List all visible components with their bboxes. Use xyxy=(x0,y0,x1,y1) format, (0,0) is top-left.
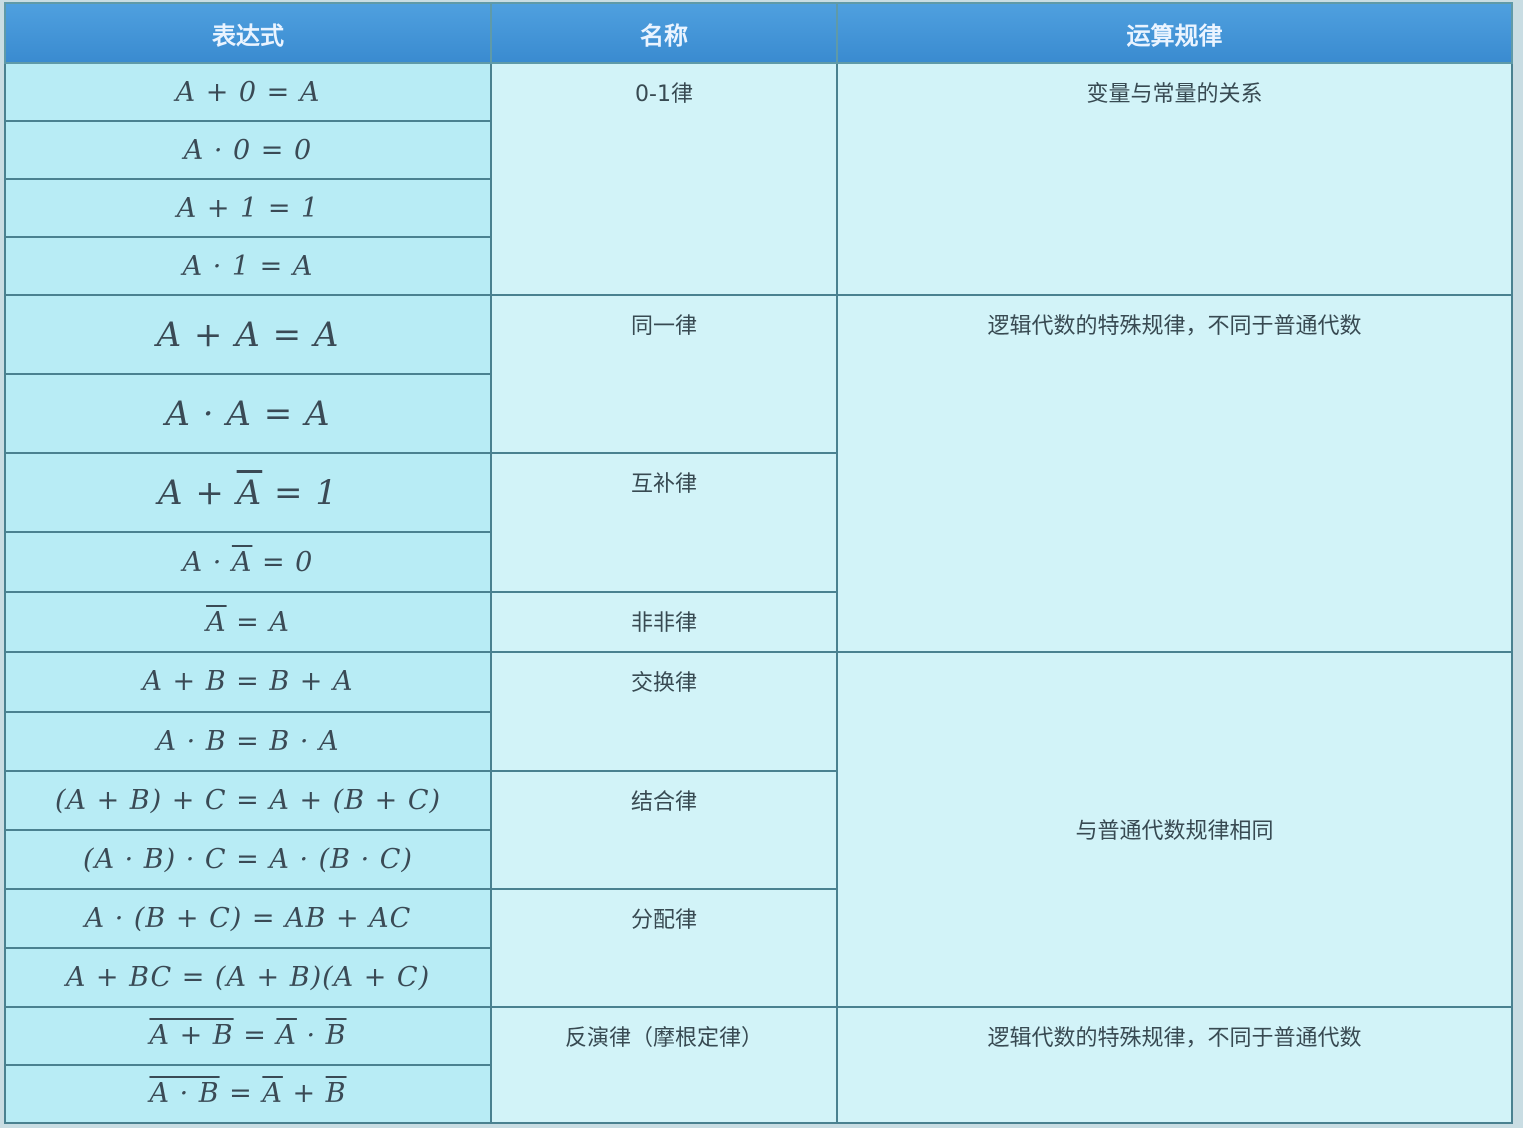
table-row: A + 0 = A 0-1律 变量与常量的关系 xyxy=(4,61,1513,297)
table-row: A + B = A · B 反演律（摩根定律） 逻辑代数的特殊规律，不同于普通代… xyxy=(4,1005,1513,1125)
expression-cell: A · B = A + B xyxy=(4,1063,492,1125)
expression-cell: A + 0 = A xyxy=(4,61,492,123)
header-name: 名称 xyxy=(490,2,838,64)
expression-cell: A · (B + C) = AB + AC xyxy=(4,887,492,949)
expression-text: · xyxy=(296,1020,326,1052)
expression-cell: A · A = 0 xyxy=(4,531,492,594)
expression-text: A + BC = (A + B)(A + C) xyxy=(65,961,431,993)
expression-cell: A + A = A xyxy=(4,294,492,376)
negated-term: A xyxy=(231,546,253,578)
logic-algebra-laws-table: 表达式 名称 运算规律 A + 0 = A 0-1律 变量与常量的关系 A · … xyxy=(4,2,1513,1125)
expression-cell: A + 1 = 1 xyxy=(4,178,492,239)
expression-text: A · A = A xyxy=(165,393,331,434)
expression-cell: A + A = 1 xyxy=(4,452,492,534)
expression-cell: A · 1 = A xyxy=(4,236,492,297)
law-name-cell: 结合律 xyxy=(490,769,838,890)
law-name-cell: 反演律（摩根定律） xyxy=(490,1005,838,1125)
expression-text: + xyxy=(282,1078,326,1110)
negated-term: A + B xyxy=(149,1020,234,1052)
header-expression: 表达式 xyxy=(4,2,492,64)
rule-cell: 与普通代数规律相同 xyxy=(836,651,1513,1008)
law-name-cell: 0-1律 xyxy=(490,61,838,297)
law-name-cell: 互补律 xyxy=(490,452,838,594)
expression-text: = xyxy=(219,1078,263,1110)
expression-text: A + 0 = A xyxy=(175,76,321,108)
rule-cell: 逻辑代数的特殊规律，不同于普通代数 xyxy=(836,294,1513,654)
expression-text: = A xyxy=(226,606,290,638)
expression-text: A · 1 = A xyxy=(182,250,314,282)
law-name-cell: 分配律 xyxy=(490,887,838,1008)
expression-text: = xyxy=(233,1020,277,1052)
negated-term: A xyxy=(276,1020,297,1052)
expression-text: = 0 xyxy=(252,546,314,578)
rule-cell: 逻辑代数的特殊规律，不同于普通代数 xyxy=(836,1005,1513,1125)
expression-cell: (A · B) · C = A · (B · C) xyxy=(4,828,492,890)
law-name-cell: 非非律 xyxy=(490,591,838,654)
negated-term: B xyxy=(325,1078,347,1110)
table-row: A + B = B + A 交换律 与普通代数规律相同 xyxy=(4,651,1513,1008)
expression-text: A + A = A xyxy=(156,314,340,355)
expression-cell: A + B = A · B xyxy=(4,1005,492,1066)
header-rule: 运算规律 xyxy=(836,2,1513,64)
expression-cell: A · 0 = 0 xyxy=(4,120,492,181)
negated-term: A xyxy=(206,606,227,638)
expression-text: = 1 xyxy=(262,472,338,513)
header-row: 表达式 名称 运算规律 xyxy=(4,2,1513,64)
negated-term: A · B xyxy=(149,1078,220,1110)
expression-text: A + 1 = 1 xyxy=(176,192,320,224)
expression-text: A + xyxy=(158,472,237,513)
expression-text: A · 0 = 0 xyxy=(183,134,313,166)
expression-cell: A + BC = (A + B)(A + C) xyxy=(4,946,492,1008)
negated-term: A xyxy=(262,1078,283,1110)
expression-cell: A · A = A xyxy=(4,373,492,455)
table-row: A + A = A 同一律 逻辑代数的特殊规律，不同于普通代数 xyxy=(4,294,1513,654)
expression-text: (A · B) · C = A · (B · C) xyxy=(83,843,413,875)
laws-table-container: 表达式 名称 运算规律 A + 0 = A 0-1律 变量与常量的关系 A · … xyxy=(4,2,1513,1125)
expression-cell: (A + B) + C = A + (B + C) xyxy=(4,769,492,831)
expression-text: A · B = B · A xyxy=(156,725,340,757)
expression-text: A · xyxy=(182,546,232,578)
expression-cell: A · B = B · A xyxy=(4,710,492,772)
negated-term: B xyxy=(325,1020,347,1052)
expression-cell: A + B = B + A xyxy=(4,651,492,713)
negated-term: A xyxy=(236,472,263,513)
law-name-cell: 同一律 xyxy=(490,294,838,455)
expression-text: A + B = B + A xyxy=(142,666,354,698)
expression-text: A · (B + C) = AB + AC xyxy=(84,902,412,934)
rule-cell: 变量与常量的关系 xyxy=(836,61,1513,297)
law-name-cell: 交换律 xyxy=(490,651,838,772)
expression-text: (A + B) + C = A + (B + C) xyxy=(54,784,442,816)
expression-cell: A = A xyxy=(4,591,492,654)
